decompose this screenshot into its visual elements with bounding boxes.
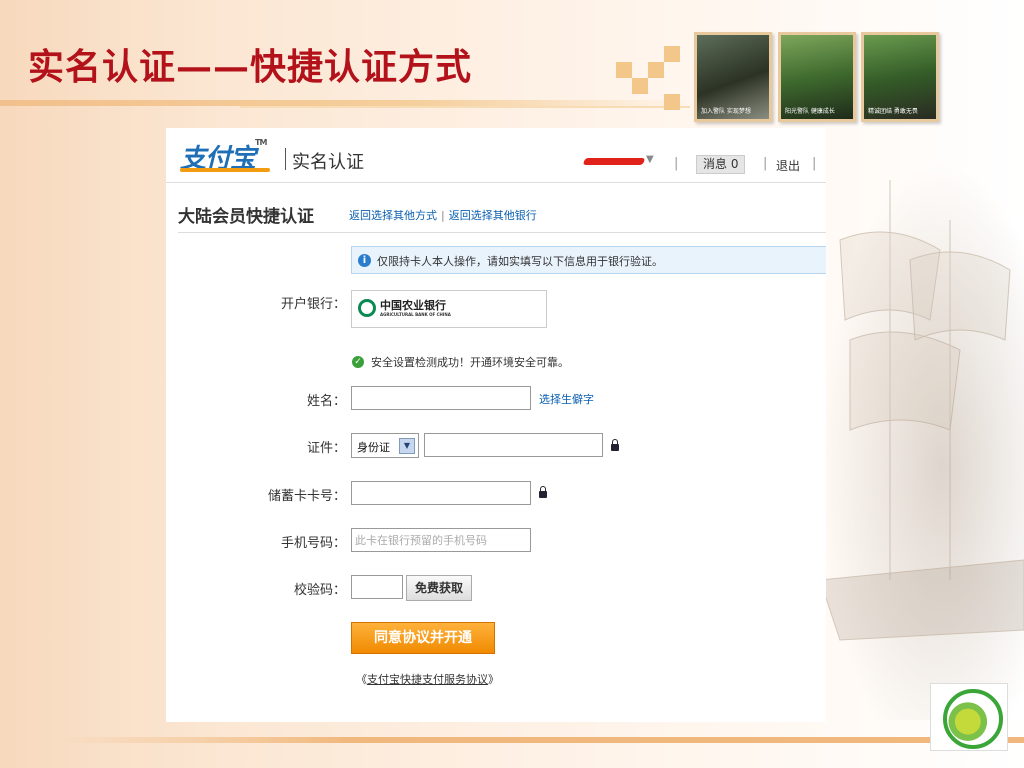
name-label: 姓名： xyxy=(306,394,346,409)
title-underline-thin xyxy=(240,106,690,108)
nav-separator: | xyxy=(763,156,768,171)
phone-label: 手机号码： xyxy=(280,536,346,551)
photo-police-1: 加入警队 实现梦想 xyxy=(694,32,772,122)
agreement-link[interactable]: 支付宝快捷支付服务协议 xyxy=(367,673,488,686)
notice-text: 仅限持卡人本人操作，请如实填写以下信息用于银行验证。 xyxy=(377,255,663,268)
photo-caption: 加入警队 实现梦想 xyxy=(701,108,751,115)
verification-code-input[interactable] xyxy=(351,575,403,599)
decor-square xyxy=(664,46,680,62)
name-input[interactable] xyxy=(351,386,531,410)
agreement-close-bracket: 》 xyxy=(488,673,499,686)
decor-square xyxy=(648,62,664,78)
lock-icon xyxy=(611,439,619,451)
section-title: 大陆会员快捷认证 xyxy=(178,207,314,227)
logo-emblem xyxy=(943,689,1003,749)
trademark-mark: TM xyxy=(255,138,267,147)
agree-and-activate-button[interactable]: 同意协议并开通 xyxy=(351,622,495,654)
section-divider xyxy=(178,232,826,233)
bank-name-cn: 中国农业银行 xyxy=(380,299,446,312)
photo-caption: 阳光警队 健康成长 xyxy=(785,108,835,115)
header-divider xyxy=(285,148,286,170)
info-icon: i xyxy=(358,254,371,267)
bank-display: 中国农业银行 AGRICULTURAL BANK OF CHINA xyxy=(351,290,547,328)
lock-icon xyxy=(539,486,547,498)
notice-banner: i 仅限持卡人本人操作，请如实填写以下信息用于银行验证。 xyxy=(351,246,826,274)
alipay-verification-panel: 支付宝TM 实名认证 ▼ | 消息 0 | 退出 | 大陆会员快捷认证 返回选择… xyxy=(166,128,826,722)
photo-police-3: 精诚团结 勇敢无畏 xyxy=(861,32,939,122)
abc-bank-icon xyxy=(358,299,376,317)
id-type-value: 身份证 xyxy=(357,441,390,454)
check-icon: ✓ xyxy=(352,356,364,368)
ship-background-image xyxy=(819,160,1024,720)
link-separator: | xyxy=(441,209,445,222)
rare-character-link[interactable]: 选择生僻字 xyxy=(539,391,594,407)
logout-link[interactable]: 退出 xyxy=(776,157,800,174)
agreement-line: 《支付宝快捷支付服务协议》 xyxy=(356,671,499,687)
decor-square xyxy=(664,94,680,110)
id-label: 证件： xyxy=(306,441,346,456)
nav-separator: | xyxy=(674,156,679,171)
slide-title: 实名认证——快捷认证方式 xyxy=(28,46,473,88)
photo-caption: 精诚团结 勇敢无畏 xyxy=(868,108,918,115)
username-redacted[interactable] xyxy=(582,158,646,165)
id-type-select[interactable]: 身份证 ▼ xyxy=(351,433,419,458)
agreement-open-bracket: 《 xyxy=(356,673,367,686)
chevron-down-icon[interactable]: ▼ xyxy=(399,438,415,454)
chevron-down-icon[interactable]: ▼ xyxy=(646,154,654,165)
bank-label: 开户银行： xyxy=(280,297,346,312)
security-check-text: 安全设置检测成功！开通环境安全可靠。 xyxy=(371,356,569,369)
alipay-header: 支付宝TM 实名认证 ▼ | 消息 0 | 退出 | xyxy=(166,128,826,183)
decor-square xyxy=(616,62,632,78)
verification-code-label: 校验码： xyxy=(293,583,346,598)
phone-input[interactable] xyxy=(351,528,531,552)
photo-police-2: 阳光警队 健康成长 xyxy=(778,32,856,122)
nav-separator: | xyxy=(812,156,817,171)
card-number-label: 储蓄卡卡号： xyxy=(267,489,346,504)
card-number-input[interactable] xyxy=(351,481,531,505)
page-title: 实名认证 xyxy=(292,152,364,173)
messages-button[interactable]: 消息 0 xyxy=(696,155,746,174)
section-links: 返回选择其他方式 | 返回选择其他银行 xyxy=(349,207,537,223)
bank-name-en: AGRICULTURAL BANK OF CHINA xyxy=(380,312,451,317)
bottom-decor-bar xyxy=(60,737,1024,743)
school-logo xyxy=(930,683,1008,751)
alipay-logo-swoosh xyxy=(180,168,270,172)
back-to-banks-link[interactable]: 返回选择其他银行 xyxy=(449,209,537,222)
get-code-button[interactable]: 免费获取 xyxy=(406,575,472,601)
decor-square xyxy=(632,78,648,94)
back-to-methods-link[interactable]: 返回选择其他方式 xyxy=(349,209,437,222)
ship-illustration xyxy=(819,180,1024,641)
id-number-input[interactable] xyxy=(424,433,603,457)
